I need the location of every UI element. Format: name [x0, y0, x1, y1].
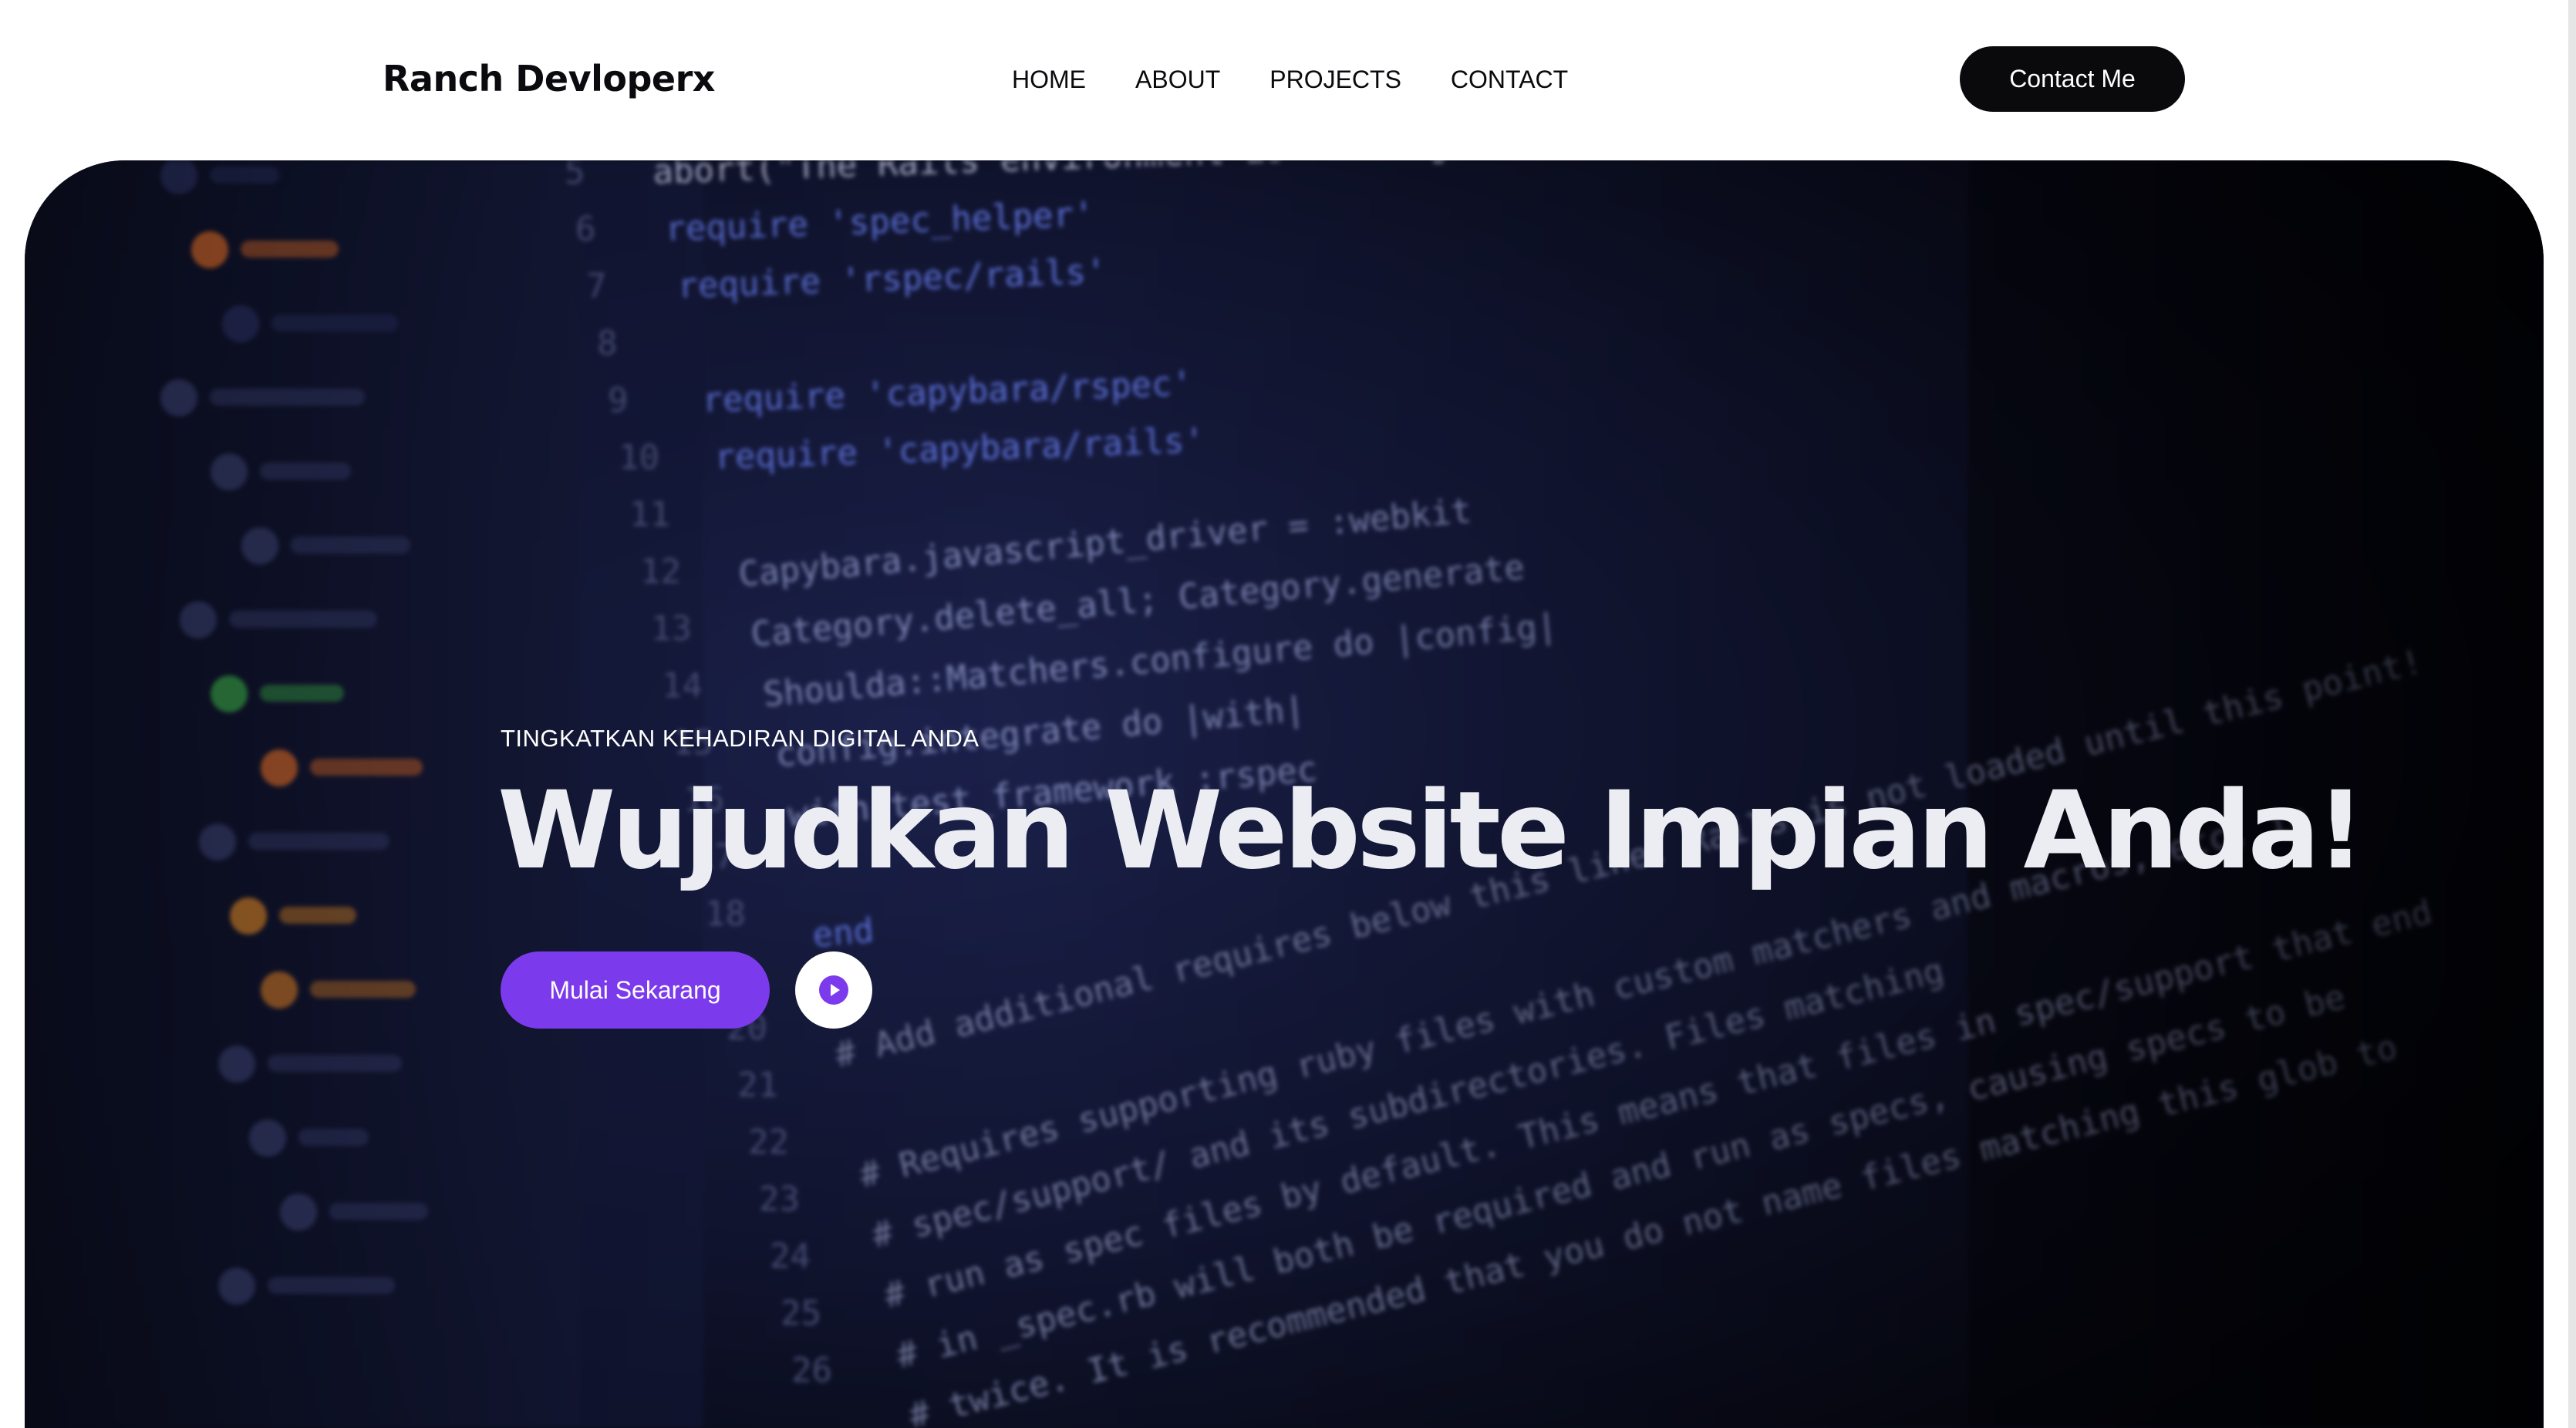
hero-section: 567891011121314151617181920212223242526 … — [25, 160, 2544, 1428]
page-scrollbar[interactable] — [2568, 0, 2576, 1428]
brand-logo[interactable]: Ranch Devloperx — [383, 54, 715, 103]
get-started-button[interactable]: Mulai Sekarang — [501, 951, 770, 1029]
nav-projects[interactable]: PROJECTS — [1269, 66, 1401, 94]
contact-me-button[interactable]: Contact Me — [1960, 46, 2185, 112]
site-header: Ranch Devloperx HOME ABOUT PROJECTS CONT… — [0, 0, 2576, 160]
nav-home[interactable]: HOME — [1012, 66, 1086, 94]
play-video-button[interactable] — [795, 951, 872, 1029]
play-circle-icon — [819, 975, 848, 1005]
hero-headline: Wujudkan Website Impian Anda! — [497, 768, 2365, 893]
nav-about[interactable]: ABOUT — [1135, 66, 1220, 94]
main-nav: HOME ABOUT PROJECTS CONTACT — [1012, 62, 1568, 97]
nav-contact[interactable]: CONTACT — [1451, 66, 1568, 94]
hero-eyebrow: TINGKATKAN KEHADIRAN DIGITAL ANDA — [501, 725, 979, 752]
